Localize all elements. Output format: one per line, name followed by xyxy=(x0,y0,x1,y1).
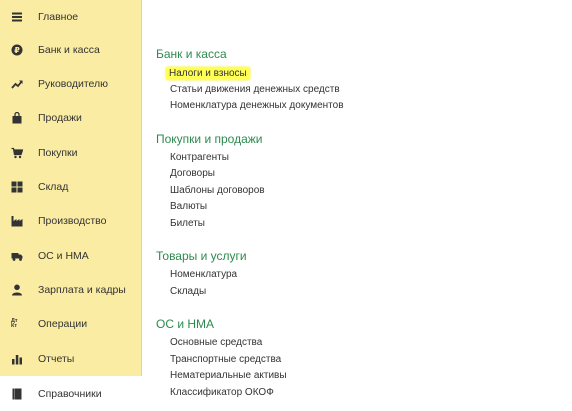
link-intangible-assets[interactable]: Нематериальные активы xyxy=(170,370,287,381)
factory-icon xyxy=(11,215,23,227)
sidebar: Главное ₽ Банк и касса Руководителю Прод… xyxy=(0,0,143,411)
link-cash-flow-items[interactable]: Статьи движения денежных средств xyxy=(170,84,340,95)
sidebar-item-label: Операции xyxy=(38,318,88,330)
debit-credit-icon: Дт Кт xyxy=(11,318,23,330)
sidebar-item-label: Руководителю xyxy=(38,78,109,90)
sidebar-item-label: Справочники xyxy=(38,387,102,400)
sidebar-item-label: Продажи xyxy=(38,112,82,124)
trend-arrow-icon xyxy=(11,78,23,90)
sidebar-item-directories[interactable]: Справочники xyxy=(0,376,143,411)
sidebar-item-label: Покупки xyxy=(38,147,78,159)
section-title-fixed-assets: ОС и НМА xyxy=(156,317,215,331)
sidebar-item-sales[interactable]: Продажи xyxy=(0,101,142,135)
truck-icon xyxy=(11,250,23,262)
sidebar-item-label: Зарплата и кадры xyxy=(38,284,126,296)
section-title-goods-services: Товары и услуги xyxy=(156,249,247,263)
sidebar-item-operations[interactable]: Дт Кт Операции xyxy=(0,307,142,341)
link-contract-templates[interactable]: Шаблоны договоров xyxy=(170,185,265,196)
svg-text:₽: ₽ xyxy=(14,46,20,55)
section-title-purchases-sales: Покупки и продажи xyxy=(156,132,263,146)
sidebar-item-label: Производство xyxy=(38,215,107,227)
link-nomenclature[interactable]: Номенклатура xyxy=(170,269,237,280)
shopping-cart-icon xyxy=(11,147,23,159)
shopping-bag-icon xyxy=(11,112,23,124)
sidebar-item-label: Главное xyxy=(38,11,79,23)
sidebar-item-salary[interactable]: Зарплата и кадры xyxy=(0,273,142,307)
link-currencies[interactable]: Валюты xyxy=(170,201,207,212)
link-fixed-assets[interactable]: Основные средства xyxy=(170,337,262,348)
sidebar-item-label: ОС и НМА xyxy=(38,250,89,262)
main-content: Банк и касса Налоги и взносы Статьи движ… xyxy=(143,0,572,411)
ruble-coin-icon: ₽ xyxy=(11,44,23,56)
sidebar-item-warehouse[interactable]: Склад xyxy=(0,170,142,204)
sidebar-item-fixed-assets[interactable]: ОС и НМА xyxy=(0,239,142,273)
sidebar-item-label: Отчеты xyxy=(38,353,75,365)
link-taxes-and-contributions[interactable]: Налоги и взносы xyxy=(166,67,250,80)
sidebar-item-production[interactable]: Производство xyxy=(0,204,142,238)
sidebar-item-reports[interactable]: Отчеты xyxy=(0,342,142,376)
sidebar-item-manager[interactable]: Руководителю xyxy=(0,67,142,101)
link-cash-documents-nomenclature[interactable]: Номенклатура денежных документов xyxy=(170,100,344,111)
sidebar-item-purchases[interactable]: Покупки xyxy=(0,136,142,170)
link-counterparties[interactable]: Контрагенты xyxy=(170,152,229,163)
warehouse-grid-icon xyxy=(11,181,23,193)
book-icon xyxy=(11,388,23,400)
link-vehicles[interactable]: Транспортные средства xyxy=(170,354,281,365)
menu-lines-icon xyxy=(11,11,23,23)
link-okof-classifier[interactable]: Классификатор ОКОФ xyxy=(170,387,274,398)
person-icon xyxy=(11,284,23,296)
link-contracts[interactable]: Договоры xyxy=(170,168,215,179)
sidebar-item-bank[interactable]: ₽ Банк и касса xyxy=(0,33,142,67)
debit-credit-icon-text: Дт Кт xyxy=(11,317,18,329)
sidebar-item-label: Банк и касса xyxy=(38,44,100,56)
link-warehouses[interactable]: Склады xyxy=(170,286,206,297)
sidebar-item-label: Склад xyxy=(38,181,69,193)
bar-chart-icon xyxy=(11,353,23,365)
section-title-bank: Банк и касса xyxy=(156,47,227,61)
sidebar-item-main[interactable]: Главное xyxy=(0,0,142,34)
link-tickets[interactable]: Билеты xyxy=(170,218,205,229)
